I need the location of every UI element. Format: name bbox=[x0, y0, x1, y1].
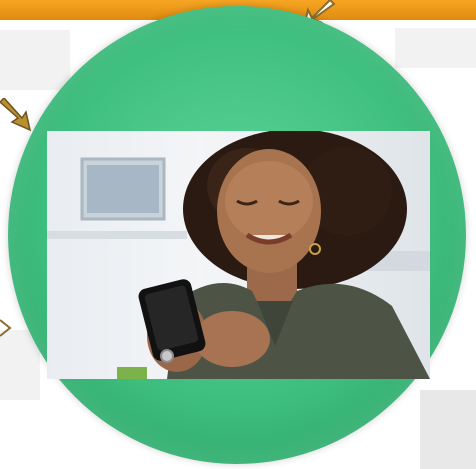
photo-illustration bbox=[47, 131, 430, 379]
arrow-tip-icon bbox=[0, 319, 12, 337]
photo-woman-using-smartphone bbox=[47, 131, 430, 379]
arrow-down-right-icon bbox=[0, 98, 32, 132]
